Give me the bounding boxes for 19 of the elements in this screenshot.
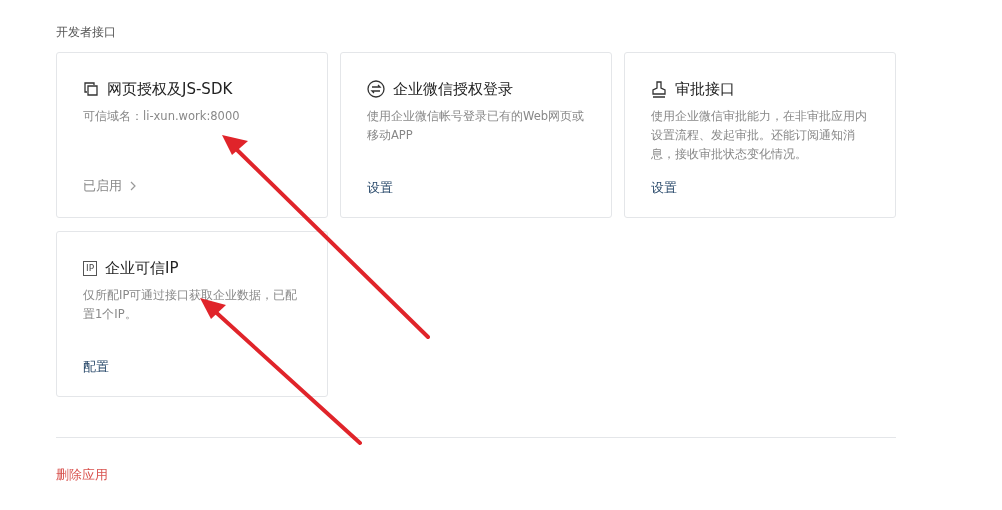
chevron-icon [130, 181, 137, 191]
card-description: 使用企业微信审批能力，在非审批应用内设置流程、发起审批。还能订阅通知消息，接收审批状态变化情况。 [651, 108, 868, 163]
copy-icon [83, 81, 99, 97]
card-description: 仅所配IP可通过接口获取企业数据，已配置1个IP。 [83, 287, 299, 323]
settings-link[interactable]: 配置 [83, 358, 109, 376]
card-title: 审批接口 [675, 79, 735, 99]
card-description: 可信域名：li-xun.work:8000 [83, 108, 241, 125]
delete-app-link[interactable]: 删除应用 [56, 466, 108, 484]
ip-icon: IP [83, 260, 98, 276]
status-link[interactable]: 已启用 [83, 177, 137, 195]
card-description: 使用企业微信帐号登录已有的Web网页或移动APP [367, 108, 585, 144]
stamp-icon [651, 80, 667, 98]
exchange-icon [367, 80, 385, 98]
settings-link[interactable]: 设置 [367, 179, 393, 197]
card-title: 企业可信IP [105, 258, 179, 278]
settings-link[interactable]: 设置 [651, 179, 677, 197]
card-title: 企业微信授权登录 [393, 79, 513, 99]
card-title: 网页授权及JS-SDK [107, 79, 233, 99]
section-title: 开发者接口 [56, 24, 117, 41]
